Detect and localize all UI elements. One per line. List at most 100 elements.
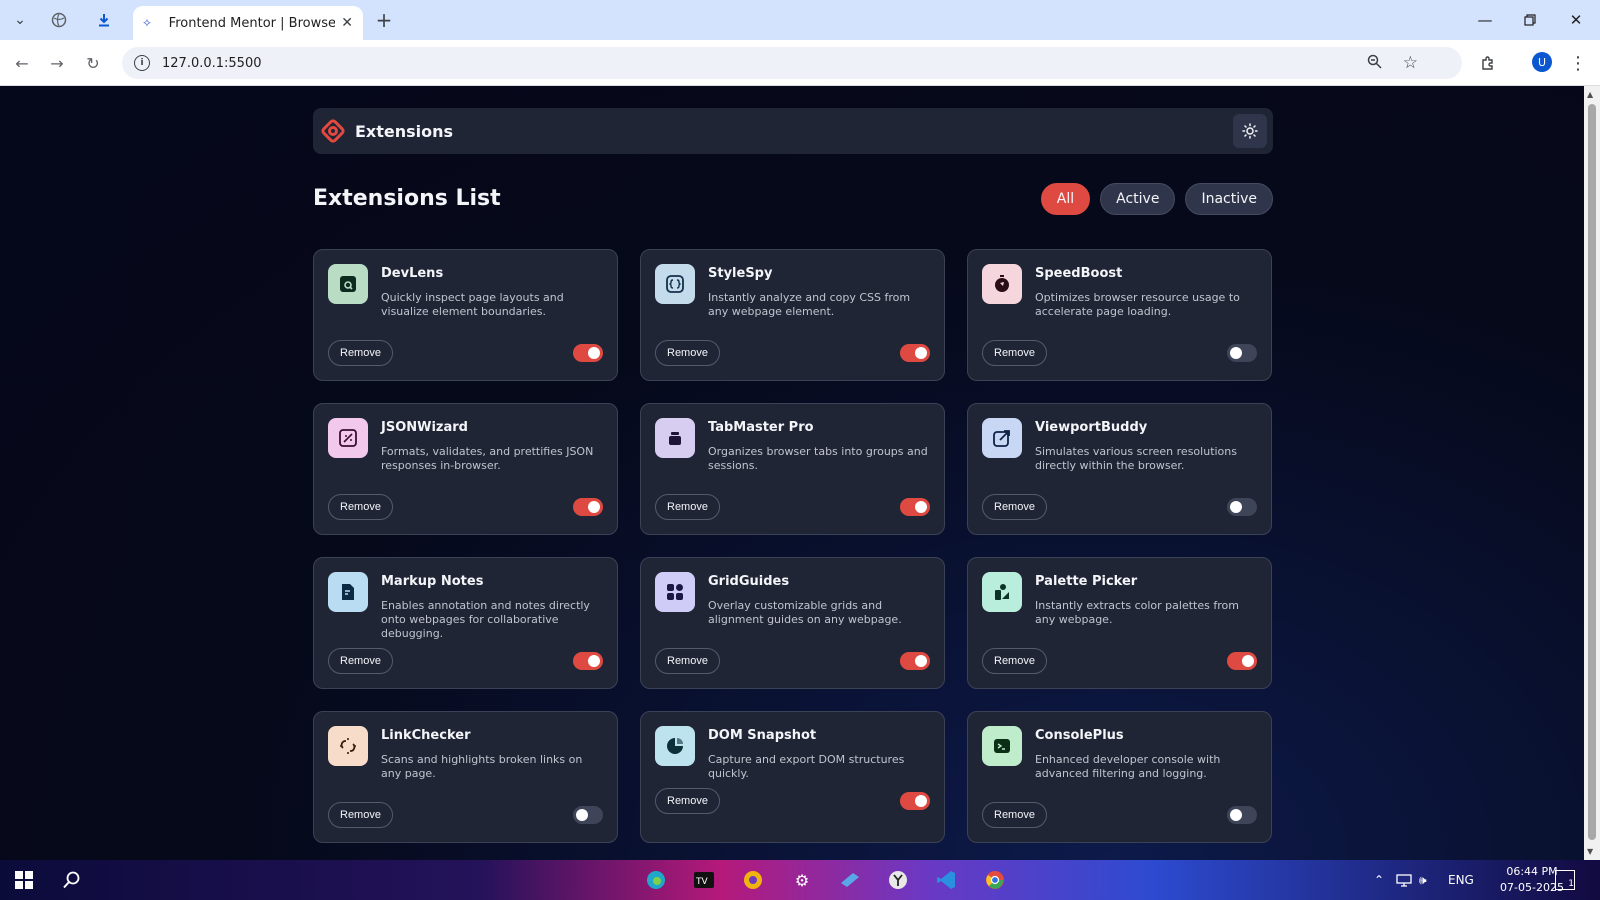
extension-toggle[interactable] (1227, 652, 1257, 670)
extensions-grid: DevLens Quickly inspect page layouts and … (313, 249, 1273, 843)
extension-toggle[interactable] (1227, 498, 1257, 516)
extension-description: Capture and export DOM structures quickl… (708, 753, 905, 780)
zoom-icon[interactable] (1367, 54, 1382, 73)
tab-search-icon[interactable]: ⌄ (6, 6, 34, 34)
edge-browser-icon[interactable] (642, 866, 670, 894)
remove-button[interactable]: Remove (982, 802, 1047, 828)
profile-avatar[interactable]: U (1532, 52, 1552, 72)
extension-name: LinkChecker (381, 728, 471, 743)
tradingview-icon[interactable]: TV (690, 866, 718, 894)
new-tab-plus-icon[interactable]: + (370, 6, 398, 34)
clock-app-icon[interactable] (884, 866, 912, 894)
extension-toggle[interactable] (900, 792, 930, 810)
address-bar[interactable]: i 127.0.0.1:5500 ☆ (122, 47, 1462, 79)
toggle-knob (1230, 501, 1242, 513)
domsnapshot-icon (655, 726, 695, 766)
browser-toolbar: ← → ↻ i 127.0.0.1:5500 ☆ U ⋮ (0, 40, 1600, 86)
tab-close-icon[interactable]: ✕ (341, 15, 353, 31)
file-manager-icon[interactable] (836, 866, 864, 894)
extension-toggle[interactable] (573, 806, 603, 824)
gridguides-icon (655, 572, 695, 612)
scrollbar-thumb[interactable] (1588, 104, 1596, 840)
finance-app-icon[interactable] (739, 866, 767, 894)
close-window-icon[interactable]: ✕ (1561, 8, 1591, 32)
bookmark-star-icon[interactable]: ☆ (1403, 53, 1418, 73)
browser-menu-kebab-icon[interactable]: ⋮ (1564, 49, 1592, 77)
remove-button[interactable]: Remove (655, 648, 720, 674)
extension-toggle[interactable] (1227, 806, 1257, 824)
extension-card: ConsolePlus Enhanced developer console wi… (967, 711, 1272, 843)
pinned-tab-globe-icon[interactable] (45, 6, 73, 34)
filter-inactive-button[interactable]: Inactive (1185, 183, 1273, 215)
extension-description: Instantly extracts color palettes from a… (1035, 599, 1239, 626)
remove-button[interactable]: Remove (655, 788, 720, 814)
extension-name: StyleSpy (708, 266, 773, 281)
extension-name: GridGuides (708, 574, 790, 589)
sun-icon (1242, 123, 1258, 139)
forward-arrow-icon[interactable]: → (43, 49, 71, 77)
extension-toggle[interactable] (573, 344, 603, 362)
site-info-icon[interactable]: i (134, 55, 150, 71)
notification-center-icon[interactable]: 1 (1555, 870, 1575, 890)
remove-button[interactable]: Remove (655, 340, 720, 366)
taskbar-search-icon[interactable] (58, 866, 86, 894)
remove-button[interactable]: Remove (328, 648, 393, 674)
extension-toggle[interactable] (900, 498, 930, 516)
pinned-tab-download-icon[interactable] (90, 6, 118, 34)
extension-card: Markup Notes Enables annotation and notes… (313, 557, 618, 689)
logo-text: Extensions (355, 121, 454, 141)
linkchecker-icon (328, 726, 368, 766)
extension-card: LinkChecker Scans and highlights broken l… (313, 711, 618, 843)
toggle-knob (915, 501, 927, 513)
toggle-knob (1230, 809, 1242, 821)
extensions-puzzle-icon[interactable] (1474, 49, 1502, 77)
remove-button[interactable]: Remove (982, 494, 1047, 520)
extension-toggle[interactable] (573, 652, 603, 670)
remove-button[interactable]: Remove (655, 494, 720, 520)
extension-card: SpeedBoost Optimizes browser resource usa… (967, 249, 1272, 381)
scroll-up-arrow-icon[interactable]: ▲ (1587, 90, 1593, 99)
url-text[interactable]: 127.0.0.1:5500 (162, 56, 262, 71)
extension-description: Quickly inspect page layouts and visuali… (381, 291, 564, 318)
windows-start-icon[interactable] (10, 866, 38, 894)
restore-icon[interactable] (1515, 8, 1545, 32)
markupnotes-icon (328, 572, 368, 612)
extension-card: ViewportBuddy Simulates various screen re… (967, 403, 1272, 535)
toggle-knob (1230, 347, 1242, 359)
minimize-icon[interactable]: — (1470, 8, 1500, 32)
vscode-icon[interactable] (932, 866, 960, 894)
page-viewport: Extensions Extensions List All Active In… (0, 86, 1584, 860)
extension-toggle[interactable] (900, 652, 930, 670)
remove-button[interactable]: Remove (328, 494, 393, 520)
extension-toggle[interactable] (900, 344, 930, 362)
filter-active-button[interactable]: Active (1100, 183, 1176, 215)
toggle-knob (915, 655, 927, 667)
filter-all-button[interactable]: All (1040, 183, 1091, 215)
tray-chevron-icon[interactable]: ⌃ (1374, 860, 1384, 900)
extension-toggle[interactable] (1227, 344, 1257, 362)
settings-gear-icon[interactable]: ⚙ (788, 866, 816, 894)
extension-name: JSONWizard (381, 420, 468, 435)
browser-tab-active[interactable]: ⟡ Frontend Mentor | Browser exte ✕ (133, 6, 363, 40)
theme-toggle-button[interactable] (1233, 114, 1267, 148)
extension-name: ConsolePlus (1035, 728, 1124, 743)
scroll-down-arrow-icon[interactable]: ▼ (1587, 847, 1593, 856)
extension-toggle[interactable] (573, 498, 603, 516)
network-icon[interactable] (1396, 860, 1412, 900)
reload-icon[interactable]: ↻ (79, 49, 107, 77)
extension-description: Organizes browser tabs into groups and s… (708, 445, 928, 472)
frontend-mentor-favicon-icon: ⟡ (143, 15, 151, 29)
remove-button[interactable]: Remove (982, 340, 1047, 366)
logo-icon (321, 119, 345, 143)
toggle-knob (576, 809, 588, 821)
chrome-icon[interactable] (981, 866, 1009, 894)
language-indicator[interactable]: ENG (1448, 860, 1474, 900)
page-scrollbar[interactable]: ▲ ▼ (1584, 86, 1600, 860)
back-arrow-icon[interactable]: ← (8, 49, 36, 77)
remove-button[interactable]: Remove (328, 340, 393, 366)
volume-icon[interactable]: 🕪 (1419, 860, 1427, 900)
remove-button[interactable]: Remove (328, 802, 393, 828)
remove-button[interactable]: Remove (982, 648, 1047, 674)
browser-tabstrip: ⌄ ⟡ Frontend Mentor | Browser exte ✕ + —… (0, 0, 1600, 40)
extension-description: Scans and highlights broken links on any… (381, 753, 583, 780)
